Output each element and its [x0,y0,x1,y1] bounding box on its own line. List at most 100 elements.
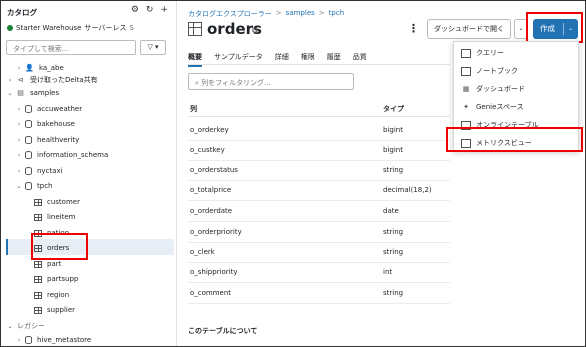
tree-item-label: ka_abe [39,64,64,72]
online-table-icon [461,120,471,130]
table-icon [188,22,202,36]
tree-item-tpch[interactable]: ⌄ tpch [15,179,52,193]
chevron-right-icon[interactable]: › [15,106,23,113]
tree-item-label: lineitem [47,213,76,221]
refresh-icon[interactable]: ↻ [146,5,154,15]
person-icon: 👤 [25,64,34,72]
tree-item-label: region [47,291,70,299]
chevron-right-icon[interactable]: › [15,137,23,144]
tree-item-healthverity[interactable]: › healthverity [15,133,79,147]
tree-item-nation[interactable]: nation [32,226,69,240]
tree-item-label: bakehouse [37,120,75,128]
copy-icon[interactable]: ⧉ [252,26,258,36]
breadcrumb-item[interactable]: samples [286,9,315,19]
breadcrumb-item[interactable]: tpch [329,9,344,19]
open-dashboard-button[interactable]: ダッシュボードで開く [427,19,511,39]
chevron-right-icon[interactable]: › [15,337,23,344]
chevron-right-icon[interactable]: › [15,65,23,72]
create-button[interactable]: 作成 ⌄ [533,19,578,39]
row-divider [188,180,450,181]
database-icon [25,105,32,113]
tree-item-part[interactable]: part [32,257,61,271]
warehouse-name: Starter Warehouse [16,24,82,32]
tree-item-delta-share[interactable]: › ⊲ 受け取ったDelta共有 [6,73,98,87]
column-name-cell: o_clerk [190,248,215,256]
gear-icon[interactable]: ⚙ [131,5,139,15]
column-type-cell: string [383,289,404,297]
column-type-cell: decimal(18,2) [383,186,432,194]
chevron-down-icon[interactable]: ⌄ [6,90,14,97]
table-icon [34,306,42,314]
menu-item-dashboard[interactable]: ▦ ダッシュボード [454,80,580,98]
plus-icon[interactable]: + [160,5,168,15]
status-dot-icon [7,25,13,31]
button-divider [563,23,564,35]
menu-item-label: ノートブック [476,67,518,75]
column-name-cell: o_totalprice [190,186,232,194]
metric-view-icon [461,138,471,148]
table-icon [34,291,42,299]
tree-item-hive-metastore[interactable]: › hive_metastore [15,333,91,346]
menu-item-genie[interactable]: ✦ Genieスペース [454,98,580,116]
column-name-cell: o_comment [190,289,232,297]
menu-item-label: ダッシュボード [476,85,525,93]
database-icon [25,120,32,128]
tree-item-customer[interactable]: customer [32,195,80,209]
catalog-icon: ▤ [17,89,24,97]
column-name-cell: o_custkey [190,146,225,154]
tree-item-supplier[interactable]: supplier [32,303,75,317]
chevron-right-icon[interactable]: › [15,121,23,128]
menu-item-label: オンラインテーブル [476,121,539,129]
table-icon [34,229,42,237]
tree-item-orders[interactable]: orders [32,241,69,255]
sidebar-header-icons: ⚙ ↻ + [131,5,168,15]
chevron-down-icon[interactable]: ⌄ [568,19,573,39]
column-name-cell: o_shippriority [190,268,238,276]
dashboard-dropdown-button[interactable]: ⌄ [514,19,528,39]
menu-item-notebook[interactable]: ノートブック [454,62,580,80]
tree-item-lineitem[interactable]: lineitem [32,210,75,224]
create-button-label: 作成 [540,24,555,33]
tree-item-label: part [47,260,62,268]
tree-item-bakehouse[interactable]: › bakehouse [15,117,75,131]
tree-item-label: nyctaxi [37,167,63,175]
menu-item-label: Genieスペース [476,103,524,111]
row-divider [188,242,450,243]
filter-icon: ▽ ▾ [147,43,159,51]
column-type-cell: string [383,166,404,174]
chevron-right-icon[interactable]: › [15,152,23,159]
row-divider [188,262,450,263]
column-header-name: 列 [190,105,197,113]
create-dropdown-menu: クエリー ノートブック ▦ ダッシュボード ✦ Genieスペース オンラインテ… [453,41,579,151]
column-filter-input[interactable]: ⌕ 列をフィルタリング... [188,73,354,90]
tree-section-legacy[interactable]: ⌄ レガシー [6,319,45,333]
chevron-down-icon[interactable]: ⌄ [6,323,14,330]
chevron-right-icon[interactable]: › [6,77,14,84]
sidebar-title: カタログ [7,8,37,17]
notebook-icon [461,66,471,76]
menu-item-query[interactable]: クエリー [454,44,580,62]
menu-item-online-table[interactable]: オンラインテーブル [454,116,580,134]
column-name-cell: o_orderdate [190,207,233,215]
table-icon [34,198,42,206]
tree-item-region[interactable]: region [32,288,69,302]
filter-button[interactable]: ▽ ▾ [140,40,166,55]
tree-item-samples[interactable]: ⌄ ▤ samples [6,86,59,100]
tree-item-nyctaxi[interactable]: › nyctaxi [15,164,63,178]
sidebar-search-input[interactable]: タイプして検索... [6,40,136,55]
kebab-menu-icon[interactable]: ⋮ [408,22,419,35]
tree-item-label: hive_metastore [37,336,92,344]
chevron-right-icon[interactable]: › [15,168,23,175]
menu-item-metric-view[interactable]: メトリクスビュー [454,134,580,152]
warehouse-selector[interactable]: Starter Warehouse サーバーレス S [7,23,134,33]
breadcrumb-item[interactable]: カタログエクスプローラー [188,9,272,19]
tree-item-information-schema[interactable]: › information_schema [15,148,108,162]
column-name-cell: o_orderstatus [190,166,238,174]
tree-item-accuweather[interactable]: › accuweather [15,102,82,116]
column-header-type: タイプ [383,105,404,113]
column-name-cell: o_orderpriority [190,228,242,236]
tree-item-partsupp[interactable]: partsupp [32,272,78,286]
column-type-cell: int [383,268,393,276]
database-icon [25,182,32,190]
chevron-down-icon[interactable]: ⌄ [15,183,23,190]
